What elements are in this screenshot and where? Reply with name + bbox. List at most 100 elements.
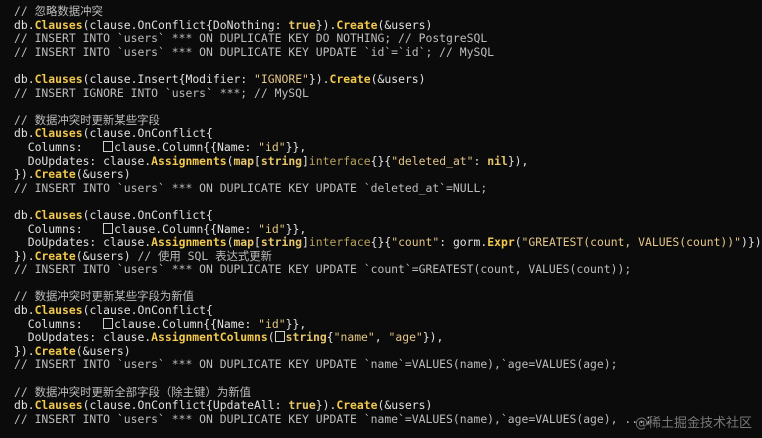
code-token: Assignments	[151, 153, 227, 168]
missing-glyph-box	[103, 140, 114, 152]
code-token: nil	[487, 153, 508, 168]
code-token: {}{	[370, 235, 392, 250]
code-token: [	[254, 153, 261, 168]
code-token: Clauses	[34, 71, 83, 86]
code-line: // INSERT IGNORE INTO `users` ***; // My…	[14, 85, 756, 101]
code-line: db.Clauses(clause.Insert{Modifier: "IGNO…	[14, 71, 756, 87]
code-line: }).Create(&users)	[14, 167, 756, 182]
code-line: // INSERT INTO `users` *** ON DUPLICATE …	[14, 31, 756, 46]
code-token: (	[267, 330, 275, 345]
code-line: Columns: clause.Column{{Name: "id"}},	[14, 316, 756, 332]
code-token: // INSERT INTO `users` *** ON DUPLICATE …	[14, 357, 618, 372]
code-token: string	[260, 153, 303, 168]
missing-glyph-box	[274, 331, 285, 343]
code-token: [	[254, 235, 261, 250]
code-token: }).	[14, 248, 35, 263]
code-line: }).Create(&users) // 使用 SQL 表达式更新	[14, 248, 756, 264]
code-token: (clause.OnConflict{	[82, 303, 213, 318]
code-token: {	[326, 330, 334, 345]
code-token: Create	[336, 398, 378, 413]
code-token: :	[473, 153, 488, 168]
code-line: // INSERT INTO `users` *** ON DUPLICATE …	[14, 180, 756, 196]
code-token: Create	[34, 167, 76, 182]
code-token: Clauses	[34, 398, 83, 413]
code-token: db.	[14, 303, 35, 318]
code-token: "IGNORE"	[254, 71, 309, 86]
code-token: // INSERT INTO `users` *** ON DUPLICATE …	[14, 44, 495, 59]
code-screenshot: // 忽略数据冲突 db.Clauses(clause.OnConflict{Do…	[0, 0, 762, 438]
missing-glyph-box	[103, 317, 114, 329]
code-token: db.	[14, 71, 35, 86]
code-line: Columns: clause.Column{{Name: "id"}},	[14, 139, 756, 155]
code-token: ]	[302, 153, 309, 168]
code-token: )}),	[741, 235, 762, 250]
code-token: "id"	[258, 221, 286, 236]
code-token: clause.Column{{Name:	[114, 316, 259, 331]
code-token: }},	[285, 316, 307, 331]
code-token: }).	[315, 17, 337, 32]
code-token: "id"	[258, 139, 286, 154]
code-token: Create	[329, 71, 371, 86]
code-line: db.Clauses(clause.OnConflict{	[14, 303, 756, 318]
code-token: Expr	[487, 235, 515, 250]
code-token: : gorm.	[439, 235, 488, 250]
code-token: // INSERT IGNORE INTO `users` ***; // My…	[14, 85, 309, 100]
code-token: map	[233, 153, 255, 168]
code-token: Assignments	[151, 235, 227, 250]
code-line: DoUpdates: clause.AssignmentColumns(stri…	[14, 330, 756, 345]
code-token: (clause.Insert{Modifier:	[82, 71, 255, 86]
code-token: string	[285, 330, 327, 345]
code-token: db.	[14, 398, 35, 413]
code-token: "age"	[388, 330, 423, 345]
code-token: true	[288, 398, 316, 413]
code-block: // 忽略数据冲突 db.Clauses(clause.OnConflict{Do…	[14, 4, 762, 426]
code-line: // 数据冲突时更新某些字段为新值	[14, 290, 756, 304]
code-token: "GREATEST(count, VALUES(count))"	[521, 235, 741, 250]
code-token: // 数据冲突时更新某些字段为新值	[14, 289, 195, 304]
code-line: // INSERT INTO `users` *** ON DUPLICATE …	[14, 44, 756, 60]
code-token: "name"	[333, 330, 375, 345]
code-token: (&users)	[377, 398, 433, 413]
code-token: {}{	[370, 153, 392, 168]
code-token: (clause.OnConflict{UpdateAll:	[82, 398, 289, 413]
code-token: // INSERT INTO `users` *** ON DUPLICATE …	[14, 31, 488, 46]
code-token: Create	[336, 17, 378, 32]
code-line: }).Create(&users)	[14, 343, 756, 359]
code-token: }).	[315, 398, 337, 413]
code-token: // 使用 SQL 表达式更新	[137, 248, 273, 263]
code-line: // 数据冲突时更新某些字段	[14, 113, 756, 128]
code-token: Columns:	[14, 139, 104, 154]
code-token: // 数据冲突时更新全部字段（除主键）为新值	[14, 384, 251, 399]
code-token: Create	[34, 343, 76, 358]
code-line: db.Clauses(clause.OnConflict{DoNothing: …	[14, 17, 756, 33]
code-line: // 数据冲突时更新全部字段（除主键）为新值	[14, 384, 756, 400]
code-token: "deleted_at"	[391, 153, 474, 168]
code-token: }),	[507, 153, 529, 168]
code-token: "count"	[391, 235, 440, 250]
code-token: (&users)	[377, 17, 433, 32]
code-token: ]	[302, 235, 309, 250]
code-token: (&users)	[370, 71, 426, 86]
code-token: // 忽略数据冲突	[14, 4, 103, 18]
code-token: }},	[285, 139, 307, 154]
code-token: Clauses	[34, 17, 83, 32]
code-token: db.	[14, 17, 35, 32]
code-token: map	[233, 235, 255, 250]
code-token: ,	[374, 330, 389, 345]
code-line: // INSERT INTO `users` *** ON DUPLICATE …	[14, 358, 756, 372]
code-token: // INSERT INTO `users` *** ON DUPLICATE …	[14, 180, 488, 195]
code-token: }).	[14, 343, 35, 358]
code-token: }),	[422, 330, 444, 345]
code-token: (&users)	[75, 343, 131, 358]
code-token: Clauses	[34, 126, 83, 141]
code-token: db.	[14, 207, 35, 222]
code-token: (	[514, 235, 522, 250]
code-token: }).	[14, 167, 35, 182]
code-line: DoUpdates: clause.Assignments(map[string…	[14, 153, 756, 169]
code-line: db.Clauses(clause.OnConflict{	[14, 207, 756, 223]
code-token: Clauses	[34, 207, 83, 222]
code-token: // INSERT INTO `users` *** ON DUPLICATE …	[14, 411, 652, 426]
code-token: (&users)	[75, 167, 131, 182]
